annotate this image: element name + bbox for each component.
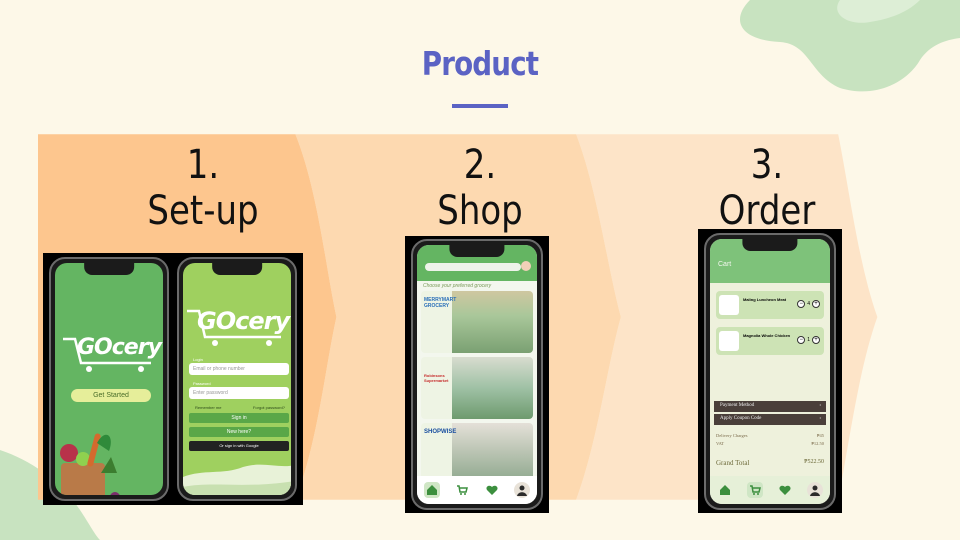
home-icon[interactable]: [717, 482, 733, 498]
quantity-value: 1: [807, 337, 810, 343]
login-logo: GOcery: [197, 307, 290, 335]
step-3-heading: 3. Order: [703, 142, 831, 234]
heart-icon[interactable]: [777, 482, 793, 498]
cart-header: Cart: [718, 261, 732, 268]
order-bottom-nav: [710, 476, 830, 504]
splash-phone: GOcery Get Started: [49, 257, 169, 501]
remember-me-checkbox[interactable]: Remember me: [195, 405, 221, 410]
order-screenshot: Cart Maling Luncheon Meat − 4 + Magnolia…: [698, 229, 842, 513]
heart-icon[interactable]: [484, 482, 500, 498]
splash-logo: GOcery: [77, 335, 162, 360]
password-field[interactable]: Enter password: [189, 387, 289, 399]
store-card-merrymart[interactable]: MERRYMART GROCERY: [421, 291, 533, 353]
product-image: [719, 295, 739, 315]
shop-prompt: Choose your preferred grocery: [423, 283, 492, 289]
shop-bottom-nav: [417, 476, 537, 504]
step-1-number: 1.: [186, 142, 220, 188]
step-1-heading: 1. Set-up: [139, 142, 267, 234]
profile-avatar[interactable]: [521, 261, 531, 271]
email-field[interactable]: Email or phone number: [189, 363, 289, 375]
quantity-stepper: − 1 +: [797, 336, 820, 344]
product-image: [719, 331, 739, 351]
login-label: Login: [193, 357, 203, 362]
cart-icon[interactable]: [454, 482, 470, 498]
payment-method-row[interactable]: Payment Method ›: [714, 401, 826, 412]
chevron-right-icon: ›: [819, 416, 821, 421]
password-label: Password: [193, 381, 211, 386]
step-3-number: 3.: [750, 142, 784, 188]
slide-title: Product: [421, 44, 539, 83]
store-name-robinsons: Robinsons Supermarket: [424, 373, 449, 383]
quantity-stepper: − 4 +: [797, 300, 820, 308]
product-name: Maling Luncheon Meat: [743, 297, 787, 302]
chevron-right-icon: ›: [819, 403, 821, 408]
cart-icon[interactable]: [747, 482, 763, 498]
delivery-charges-row: Delivery Charges ₱45: [716, 433, 824, 438]
forgot-password-link[interactable]: Forgot password?: [253, 405, 285, 410]
new-here-link[interactable]: New here?: [189, 427, 289, 437]
step-2-number: 2.: [463, 142, 497, 188]
decrement-button[interactable]: −: [797, 336, 806, 344]
shop-screenshot: Choose your preferred grocery MERRYMART …: [405, 236, 549, 513]
step-1-label: Set-up: [147, 188, 259, 234]
shop-phone: Choose your preferred grocery MERRYMART …: [411, 239, 543, 510]
setup-screenshot: GOcery Get Started GOcery Login Email or…: [43, 253, 303, 505]
step-3-label: Order: [718, 188, 816, 234]
increment-button[interactable]: +: [812, 336, 820, 344]
vat-row: VAT ₱12.50: [716, 441, 824, 446]
apply-coupon-row[interactable]: Apply Coupon Code ›: [714, 414, 826, 425]
cart-item-luncheon: Maling Luncheon Meat − 4 +: [716, 291, 824, 319]
order-phone: Cart Maling Luncheon Meat − 4 + Magnolia…: [704, 233, 836, 510]
home-icon[interactable]: [424, 482, 440, 498]
product-name: Magnolia Whole Chicken: [743, 333, 791, 338]
profile-icon[interactable]: [807, 482, 823, 498]
step-2-heading: 2. Shop: [416, 142, 544, 234]
store-name-merrymart: MERRYMART GROCERY: [424, 297, 457, 309]
get-started-button[interactable]: Get Started: [71, 389, 151, 402]
landscape-illustration: [183, 464, 291, 495]
profile-icon[interactable]: [514, 482, 530, 498]
quantity-value: 4: [807, 301, 810, 307]
grocery-bag-illustration: [60, 433, 120, 495]
cart-item-chicken: Magnolia Whole Chicken − 1 +: [716, 327, 824, 355]
google-sign-in-button[interactable]: Or sign in with Google: [189, 441, 289, 451]
step-2-label: Shop: [437, 188, 523, 234]
increment-button[interactable]: +: [812, 300, 820, 308]
store-name-shopwise: SHOPWISE: [424, 429, 457, 435]
title-underline: [452, 104, 508, 108]
grand-total-row: Grand Total ₱522.50: [716, 459, 824, 467]
store-card-robinsons[interactable]: Robinsons Supermarket: [421, 357, 533, 419]
decrement-button[interactable]: −: [797, 300, 806, 308]
sign-in-button[interactable]: Sign in: [189, 413, 289, 423]
login-phone: GOcery Login Email or phone number Passw…: [177, 257, 297, 501]
shop-search-input[interactable]: [425, 263, 521, 271]
